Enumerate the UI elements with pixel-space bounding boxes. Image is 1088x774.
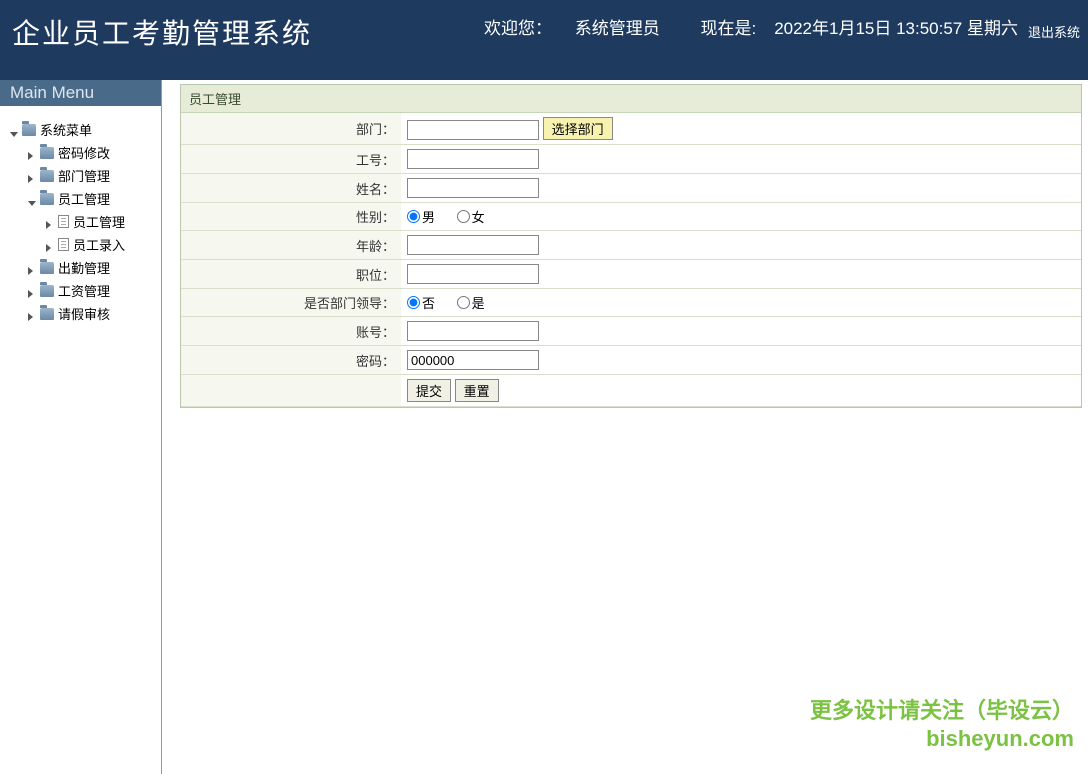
chevron-right-icon <box>28 263 38 273</box>
position-input[interactable] <box>407 264 539 284</box>
panel-title: 员工管理 <box>181 85 1081 113</box>
tree-item-employee-manage[interactable]: 员工管理 <box>10 210 157 233</box>
tree-label: 员工管理 <box>73 212 125 231</box>
tree-label: 员工录入 <box>73 235 125 254</box>
empno-label: 工号： <box>181 145 401 174</box>
submit-button[interactable]: 提交 <box>407 379 451 402</box>
employee-form: 部门： 选择部门 工号： 姓名： 性别： 男 <box>181 113 1081 407</box>
chevron-right-icon <box>28 171 38 181</box>
tree-item-employee[interactable]: 员工管理 <box>10 187 157 210</box>
chevron-down-icon <box>10 125 20 135</box>
form-panel: 员工管理 部门： 选择部门 工号： 姓名： <box>180 84 1082 408</box>
leader-label: 是否部门领导： <box>181 289 401 317</box>
select-dept-button[interactable]: 选择部门 <box>543 117 613 140</box>
tree-item-dept[interactable]: 部门管理 <box>10 164 157 187</box>
folder-icon <box>40 308 54 320</box>
tree-label: 员工管理 <box>58 189 110 208</box>
file-icon <box>58 215 69 228</box>
account-label: 账号： <box>181 317 401 346</box>
gender-male-radio[interactable] <box>407 210 420 223</box>
app-header: 企业员工考勤管理系统 欢迎您： 系统管理员 现在是:2022年1月15日 13:… <box>0 0 1088 80</box>
tree-label: 系统菜单 <box>40 120 92 139</box>
name-input[interactable] <box>407 178 539 198</box>
position-label: 职位： <box>181 260 401 289</box>
folder-icon <box>40 262 54 274</box>
tree-root[interactable]: 系统菜单 <box>10 118 157 141</box>
tree-item-password[interactable]: 密码修改 <box>10 141 157 164</box>
leader-yes-radio[interactable] <box>457 296 470 309</box>
age-input[interactable] <box>407 235 539 255</box>
chevron-right-icon <box>28 148 38 158</box>
header-info: 欢迎您： 系统管理员 现在是:2022年1月15日 13:50:57 星期六 <box>448 14 1018 39</box>
name-label: 姓名： <box>181 174 401 203</box>
folder-icon <box>22 124 36 136</box>
password-label: 密码： <box>181 346 401 375</box>
chevron-right-icon <box>46 217 56 227</box>
tree-item-employee-entry[interactable]: 员工录入 <box>10 233 157 256</box>
datetime-text: 现在是:2022年1月15日 13:50:57 星期六 <box>682 19 1018 38</box>
leader-no-radio[interactable] <box>407 296 420 309</box>
dept-input[interactable] <box>407 120 539 140</box>
file-icon <box>58 238 69 251</box>
tree-label: 密码修改 <box>58 143 110 162</box>
reset-button[interactable]: 重置 <box>455 379 499 402</box>
tree-label: 请假审核 <box>58 304 110 323</box>
tree-label: 工资管理 <box>58 281 110 300</box>
folder-icon <box>40 147 54 159</box>
gender-female-label: 女 <box>472 207 485 226</box>
main-content: 员工管理 部门： 选择部门 工号： 姓名： <box>162 80 1088 774</box>
gender-female-radio[interactable] <box>457 210 470 223</box>
leader-no-label: 否 <box>422 293 435 312</box>
tree-label: 部门管理 <box>58 166 110 185</box>
leader-yes-label: 是 <box>472 293 485 312</box>
empno-input[interactable] <box>407 149 539 169</box>
tree-label: 出勤管理 <box>58 258 110 277</box>
nav-tree: 系统菜单 密码修改 部门管理 员工管理 员工管理 <box>0 106 161 329</box>
sidebar: Main Menu 系统菜单 密码修改 部门管理 员工管理 <box>0 80 162 774</box>
tree-item-attendance[interactable]: 出勤管理 <box>10 256 157 279</box>
password-input[interactable] <box>407 350 539 370</box>
folder-icon <box>40 285 54 297</box>
welcome-text: 欢迎您： 系统管理员 <box>466 19 660 38</box>
tree-item-salary[interactable]: 工资管理 <box>10 279 157 302</box>
folder-icon <box>40 193 54 205</box>
chevron-right-icon <box>46 240 56 250</box>
dept-label: 部门： <box>181 113 401 145</box>
chevron-right-icon <box>28 286 38 296</box>
tree-item-leave[interactable]: 请假审核 <box>10 302 157 325</box>
folder-icon <box>40 170 54 182</box>
gender-male-label: 男 <box>422 207 435 226</box>
chevron-down-icon <box>28 194 38 204</box>
chevron-right-icon <box>28 309 38 319</box>
gender-label: 性别： <box>181 203 401 231</box>
account-input[interactable] <box>407 321 539 341</box>
logout-link[interactable]: 退出系统 <box>1028 22 1080 41</box>
sidebar-title: Main Menu <box>0 80 161 106</box>
age-label: 年龄： <box>181 231 401 260</box>
